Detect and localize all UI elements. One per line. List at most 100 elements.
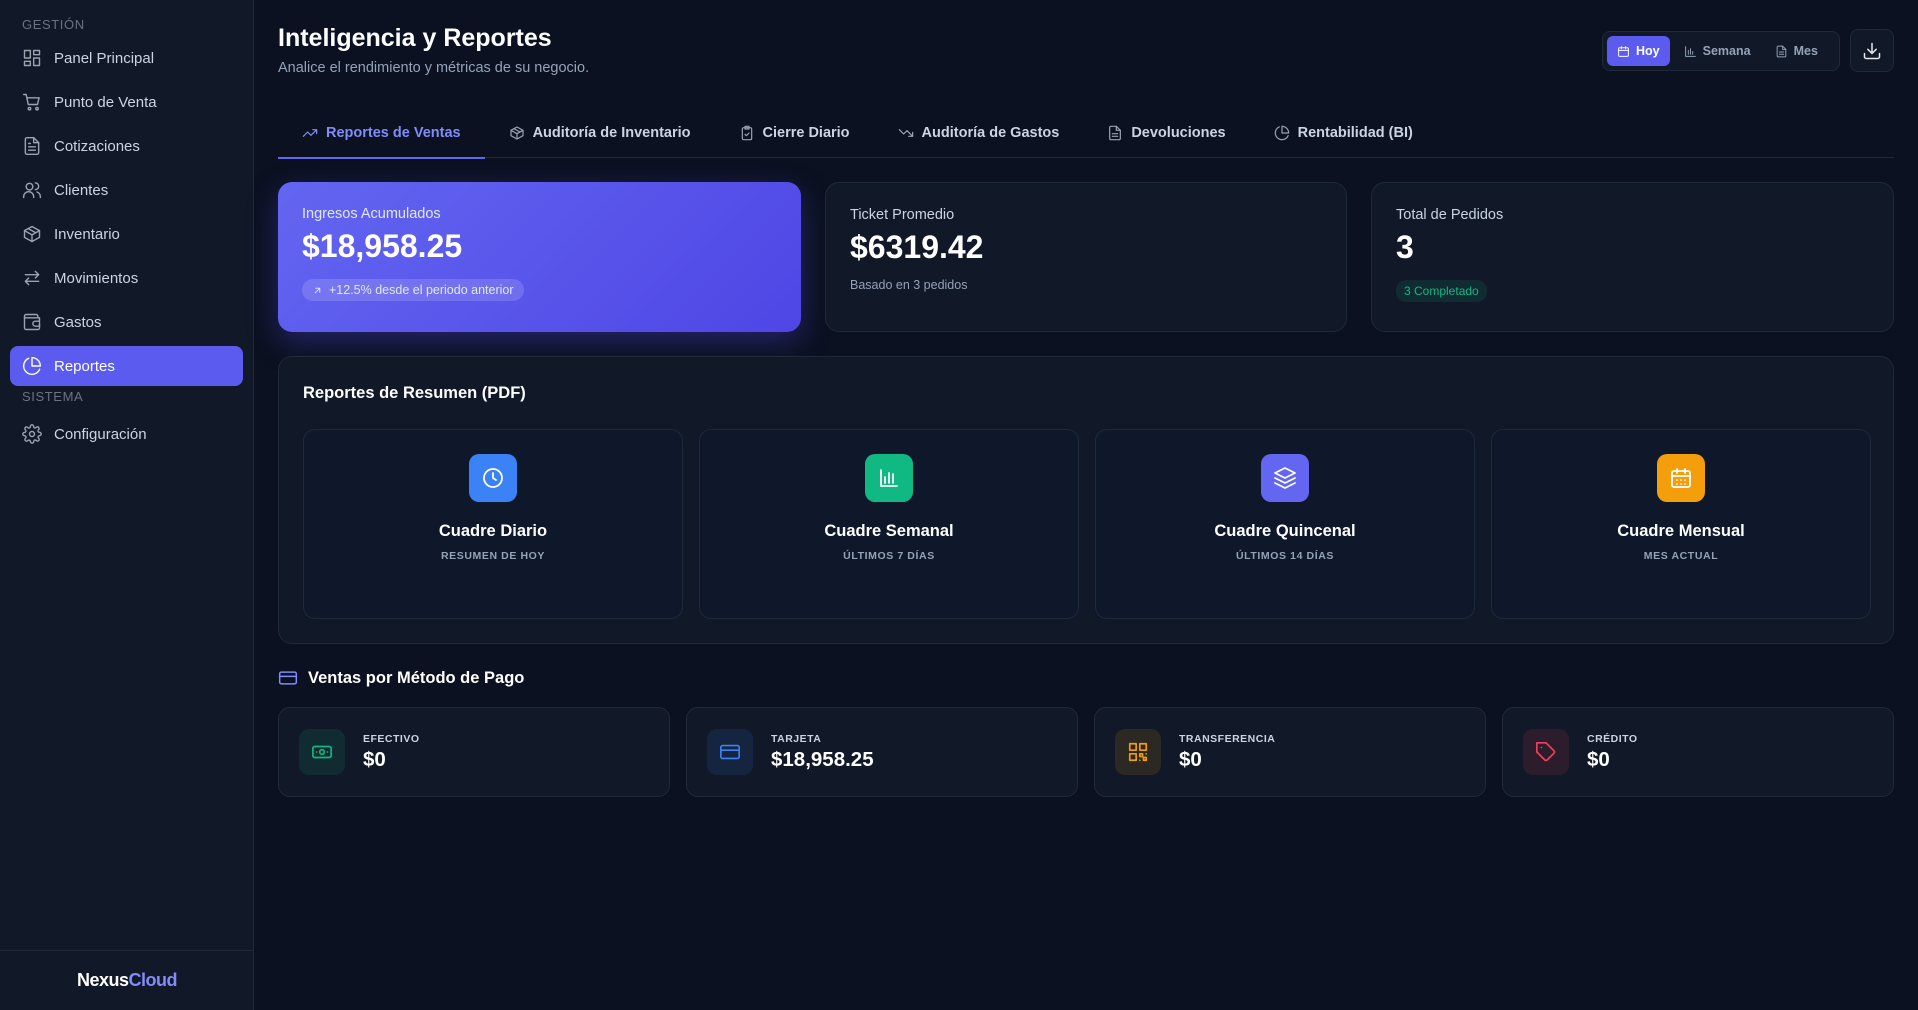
date-range-selector: Hoy Semana Mes <box>1602 31 1840 71</box>
tab-auditoria-de-inventario[interactable]: Auditoría de Inventario <box>485 108 715 158</box>
tab-auditoria-de-gastos[interactable]: Auditoría de Gastos <box>874 108 1084 158</box>
sidebar-item-movimientos[interactable]: Movimientos <box>10 258 243 298</box>
clock-icon <box>469 454 517 502</box>
report-tabs: Reportes de Ventas Auditoría de Inventar… <box>278 108 1894 159</box>
page-subtitle: Analice el rendimiento y métricas de su … <box>278 60 590 76</box>
cash-icon <box>299 729 345 775</box>
arrows-icon <box>22 268 42 288</box>
bar-chart-icon <box>1684 45 1696 57</box>
tab-rentabilidad-bi[interactable]: Rentabilidad (BI) <box>1250 108 1437 158</box>
pie-chart-icon <box>22 356 42 376</box>
payment-label: CRÉDITO <box>1587 732 1638 745</box>
sidebar-item-label: Movimientos <box>54 269 139 287</box>
tab-reportes-de-ventas[interactable]: Reportes de Ventas <box>278 108 485 159</box>
sidebar-item-inventario[interactable]: Inventario <box>10 214 243 254</box>
tab-devoluciones[interactable]: Devoluciones <box>1083 108 1249 158</box>
pdf-card-cuadre-quincenal[interactable]: Cuadre Quincenal ÚLTIMOS 14 DÍAS <box>1095 429 1475 619</box>
range-week-label: Semana <box>1702 44 1751 58</box>
tab-label: Auditoría de Gastos <box>921 125 1060 141</box>
sidebar-item-gastos[interactable]: Gastos <box>10 302 243 342</box>
kpi-label: Ingresos Acumulados <box>302 206 441 222</box>
kpi-value: $6319.42 <box>850 229 984 265</box>
trending-down-icon <box>898 129 913 137</box>
document-icon <box>1776 45 1786 57</box>
clipboard-check-icon <box>741 125 752 141</box>
payment-value: $18,958.25 <box>771 747 874 771</box>
card-icon <box>278 671 298 685</box>
section-title: Reportes de Resumen (PDF) <box>303 384 526 402</box>
kpi-value: $18,958.25 <box>302 228 463 264</box>
kpi-card-orders: Total de Pedidos 3 3 Completado <box>1371 182 1894 332</box>
pdf-card-cuadre-mensual[interactable]: Cuadre Mensual MES ACTUAL <box>1491 429 1871 619</box>
sidebar-item-clientes[interactable]: Clientes <box>10 170 243 210</box>
brand-name-part: Cloud <box>128 970 178 990</box>
range-month-label: Mes <box>1793 44 1818 58</box>
range-today-button[interactable]: Hoy <box>1607 36 1670 66</box>
sidebar-item-label: Punto de Venta <box>54 93 157 111</box>
pdf-card-cuadre-diario[interactable]: Cuadre Diario RESUMEN DE HOY <box>303 429 683 619</box>
pdf-card-title: Cuadre Quincenal <box>1214 522 1356 540</box>
sidebar-item-punto-de-venta[interactable]: Punto de Venta <box>10 82 243 122</box>
range-week-button[interactable]: Semana <box>1674 36 1761 66</box>
layers-icon <box>1261 454 1309 502</box>
qr-icon <box>1115 729 1161 775</box>
pdf-reports-panel: Reportes de Resumen (PDF) Cuadre Diario … <box>278 356 1894 644</box>
gear-icon <box>22 424 42 444</box>
trend-badge: +12.5% desde el periodo anterior <box>302 279 524 301</box>
arrow-up-right-icon <box>314 287 321 293</box>
calendar-icon <box>1657 454 1705 502</box>
payment-value: $0 <box>363 747 386 771</box>
payments-header: Ventas por Método de Pago <box>278 668 524 688</box>
pdf-card-subtitle: ÚLTIMOS 7 DÍAS <box>843 550 935 562</box>
kpi-value: 3 <box>1396 229 1414 265</box>
sidebar-item-reportes[interactable]: Reportes <box>10 346 243 386</box>
box-icon <box>22 224 42 244</box>
sidebar-item-cotizaciones[interactable]: Cotizaciones <box>10 126 243 166</box>
pdf-card-cuadre-semanal[interactable]: Cuadre Semanal ÚLTIMOS 7 DÍAS <box>699 429 1079 619</box>
page-title: Inteligencia y Reportes <box>278 24 552 52</box>
payment-value: $0 <box>1587 747 1610 771</box>
users-icon <box>22 180 42 200</box>
sidebar-item-label: Clientes <box>54 181 109 199</box>
tab-cierre-diario[interactable]: Cierre Diario <box>715 108 874 158</box>
sidebar-item-configuracion[interactable]: Configuración <box>10 414 243 454</box>
payment-label: TRANSFERENCIA <box>1179 732 1276 745</box>
sidebar-item-panel-principal[interactable]: Panel Principal <box>10 38 243 78</box>
wallet-icon <box>22 312 42 332</box>
sidebar: GESTIÓN Panel Principal Punto de Venta C… <box>0 0 254 1010</box>
payment-card-credito: CRÉDITO $0 <box>1502 707 1894 797</box>
calendar-icon <box>1618 45 1629 57</box>
sidebar-section-sistema: SISTEMA <box>22 389 84 404</box>
payment-label: EFECTIVO <box>363 732 420 745</box>
tab-label: Reportes de Ventas <box>326 125 461 141</box>
document-icon <box>1109 125 1122 141</box>
download-icon <box>1863 42 1881 59</box>
pdf-card-title: Cuadre Diario <box>438 522 548 540</box>
sidebar-section-gestion: GESTIÓN <box>22 17 85 32</box>
kpi-note: Basado en 3 pedidos <box>850 278 968 292</box>
pdf-card-subtitle: MES ACTUAL <box>1643 550 1719 562</box>
bar-chart-icon <box>865 454 913 502</box>
kpi-card-revenue: Ingresos Acumulados $18,958.25 +12.5% de… <box>278 182 801 332</box>
pdf-card-title: Cuadre Semanal <box>824 522 954 540</box>
tab-label: Auditoría de Inventario <box>532 125 691 141</box>
payment-value: $0 <box>1179 747 1202 771</box>
trend-text: +12.5% desde el periodo anterior <box>329 283 514 297</box>
sidebar-item-label: Configuración <box>54 425 147 443</box>
trending-up-icon <box>302 129 318 137</box>
payment-card-tarjeta: TARJETA $18,958.25 <box>686 707 1078 797</box>
range-today-label: Hoy <box>1636 44 1660 58</box>
sidebar-item-label: Reportes <box>54 357 115 375</box>
download-button[interactable] <box>1850 29 1894 72</box>
status-badge: 3 Completado <box>1396 280 1487 302</box>
payment-card-efectivo: EFECTIVO $0 <box>278 707 670 797</box>
box-icon <box>509 126 524 140</box>
sidebar-item-label: Cotizaciones <box>54 137 140 155</box>
kpi-card-ticket: Ticket Promedio $6319.42 Basado en 3 ped… <box>825 182 1347 332</box>
payment-label: TARJETA <box>771 732 822 745</box>
main-content: Inteligencia y Reportes Analice el rendi… <box>278 0 1894 1010</box>
brand-logo: Nexus Cloud <box>0 950 254 1010</box>
range-month-button[interactable]: Mes <box>1765 36 1828 66</box>
pdf-card-subtitle: ÚLTIMOS 14 DÍAS <box>1235 550 1335 562</box>
tab-label: Cierre Diario <box>762 125 850 141</box>
